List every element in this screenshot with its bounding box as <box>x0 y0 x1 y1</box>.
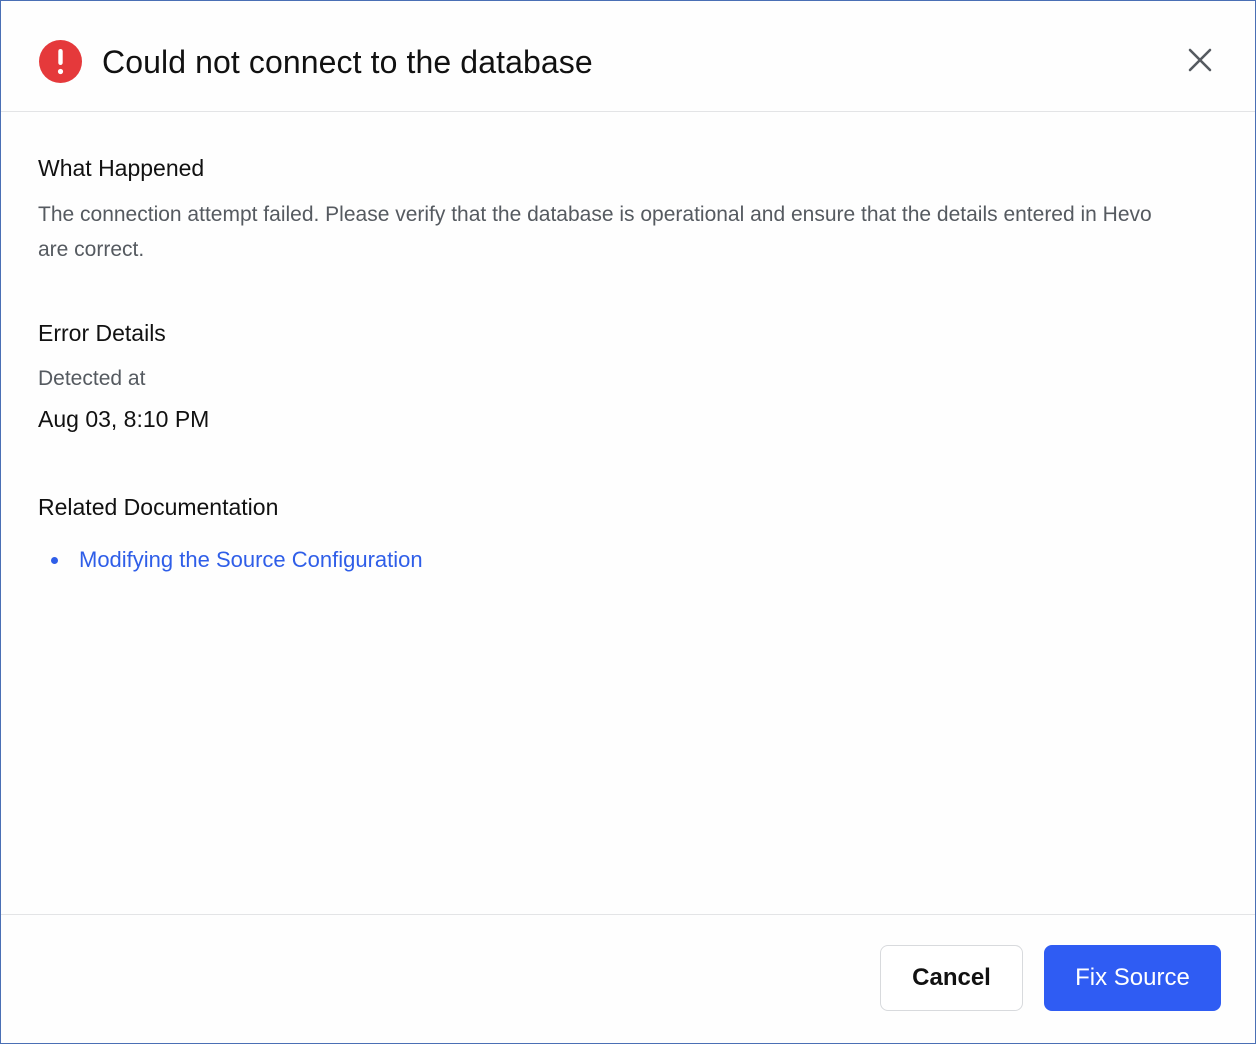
close-icon <box>1181 48 1221 85</box>
what-happened-heading: What Happened <box>38 155 205 181</box>
dialog-title: Could not connect to the database <box>102 44 593 80</box>
fix-source-button[interactable]: Fix Source <box>1044 945 1221 1011</box>
error-dialog: Could not connect to the database What H… <box>0 0 1256 1044</box>
related-documentation-heading: Related Documentation <box>38 494 279 520</box>
dialog-footer: Cancel Fix Source <box>1 914 1255 1045</box>
cancel-button[interactable]: Cancel <box>880 945 1023 1011</box>
close-button[interactable] <box>1181 41 1221 81</box>
error-details-heading: Error Details <box>38 320 166 346</box>
error-icon <box>39 40 82 83</box>
doc-link-modifying-source-configuration[interactable]: Modifying the Source Configuration <box>79 545 423 575</box>
bullet-icon <box>51 557 58 564</box>
detected-at-value: Aug 03, 8:10 PM <box>38 406 210 432</box>
dialog-header: Could not connect to the database <box>1 1 1255 112</box>
what-happened-description: The connection attempt failed. Please ve… <box>38 203 1152 261</box>
detected-at-label: Detected at <box>38 367 146 390</box>
